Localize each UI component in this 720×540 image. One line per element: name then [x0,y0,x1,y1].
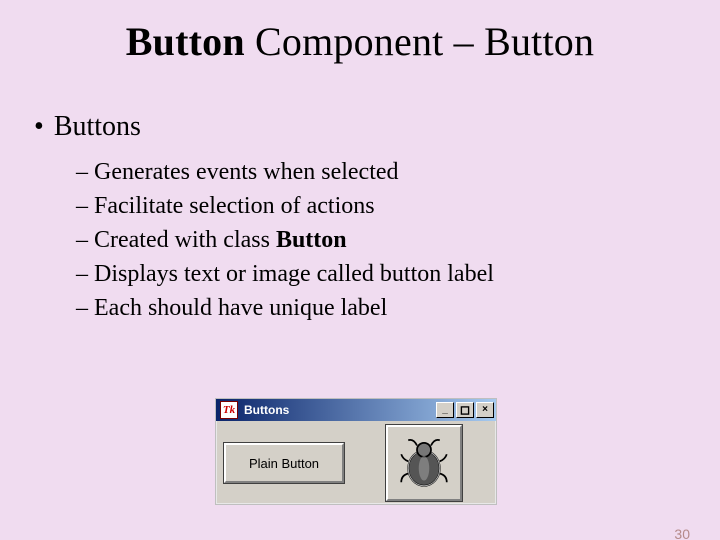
page-number: 30 [674,526,690,540]
sub-bullet: –Displays text or image called button la… [76,259,720,291]
sub-text-bold: Button [276,227,347,253]
sub-text-prefix: Created with class [94,227,276,253]
title-bold: Button [126,19,245,64]
sub-text: Facilitate selection of actions [94,193,375,219]
close-button[interactable]: × [476,402,494,418]
bullet-level1: • Buttons [34,111,720,143]
slide-title: Button Component – Button [0,18,720,65]
bullet-dot: • [34,111,44,142]
sub-bullet: –Facilitate selection of actions [76,191,720,223]
dash-icon: – [76,225,94,257]
maximize-icon [460,406,470,415]
sub-bullet-list: –Generates events when selected –Facilit… [76,157,720,325]
sub-bullet: –Created with class Button [76,225,720,257]
sub-text: Generates events when selected [94,159,399,185]
tk-window-title: Buttons [244,403,436,417]
minimize-button[interactable]: _ [436,402,454,418]
dash-icon: – [76,259,94,291]
tk-titlebar: Tk Buttons _ × [216,399,496,421]
tk-window: Tk Buttons _ × Plain Button [215,398,497,505]
dash-icon: – [76,293,94,325]
slide: Button Component – Button •Buttons –Gene… [0,18,720,540]
plain-button-label: Plain Button [249,456,319,471]
dash-icon: – [76,191,94,223]
bug-icon [396,435,452,491]
sub-bullet: –Each should have unique label [76,293,720,325]
plain-button[interactable]: Plain Button [224,443,344,483]
sub-text: Each should have unique label [94,295,387,321]
tk-window-controls: _ × [436,402,494,418]
title-rest: Component – Button [245,19,594,64]
maximize-button[interactable] [456,402,474,418]
sub-bullet: –Generates events when selected [76,157,720,189]
image-button[interactable] [386,425,462,501]
sub-text: Displays text or image called button lab… [94,261,494,287]
dash-icon: – [76,157,94,189]
tk-app-icon: Tk [220,401,238,419]
bullet-text: Buttons [54,111,141,142]
tk-client-area: Plain Button [216,421,496,502]
